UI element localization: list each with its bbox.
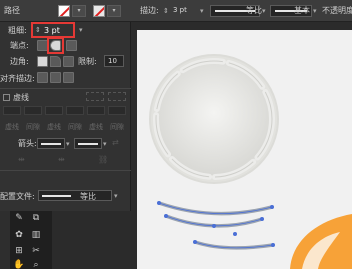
- anchor-point[interactable]: [271, 243, 275, 247]
- anchor-point[interactable]: [164, 214, 168, 218]
- artwork: [149, 54, 352, 269]
- anchor-point[interactable]: [157, 201, 161, 205]
- anchor-point[interactable]: [233, 232, 237, 236]
- anchor-point[interactable]: [270, 205, 274, 209]
- anchor-point[interactable]: [260, 217, 264, 221]
- anchor-point[interactable]: [193, 240, 197, 244]
- anchor-point[interactable]: [212, 224, 216, 228]
